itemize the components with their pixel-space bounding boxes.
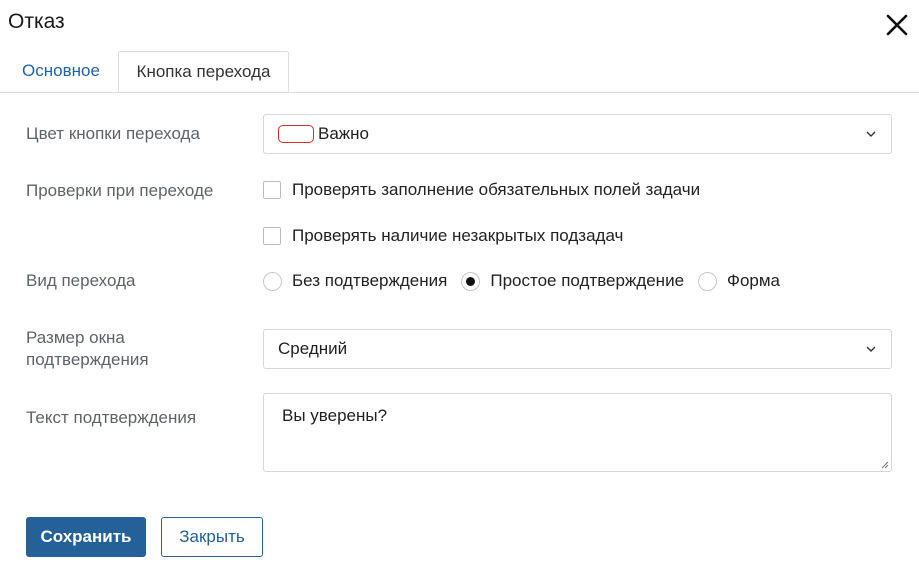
resize-grip-icon[interactable]: [880, 460, 889, 469]
radio-button[interactable]: [263, 271, 282, 291]
transition-type-label: Вид перехода: [26, 271, 136, 290]
color-swatch: [278, 124, 314, 143]
window-size-value: Средний: [278, 339, 348, 358]
dialog-title: Отказ: [8, 10, 65, 33]
radio-form[interactable]: Форма: [698, 271, 780, 291]
radio-button[interactable]: [698, 271, 718, 291]
radio-no-confirmation[interactable]: Без подтверждения: [263, 271, 447, 291]
confirm-text-label: Текст подтверждения: [26, 408, 197, 427]
radio-label: Без подтверждения: [292, 271, 448, 290]
checkbox[interactable]: [263, 227, 281, 245]
checkbox-label: Проверять заполнение обязательных полей …: [292, 180, 701, 199]
tab-main[interactable]: Основное: [22, 51, 100, 92]
check-required-fields[interactable]: Проверять заполнение обязательных полей …: [263, 179, 700, 201]
chevron-down-icon: [866, 131, 876, 137]
transition-checks-label: Проверки при переходе: [26, 181, 214, 200]
close-icon[interactable]: [884, 12, 910, 38]
confirm-text-value: Вы уверены?: [282, 406, 388, 425]
tab-bar: Основное Кнопка перехода: [0, 51, 919, 93]
tab-transition-button[interactable]: Кнопка перехода: [118, 51, 289, 92]
check-open-subtasks[interactable]: Проверять наличие незакрытых подзадач: [263, 225, 623, 247]
transition-type-radio-group: Без подтверждения Простое подтверждение …: [263, 270, 794, 292]
checkbox[interactable]: [263, 181, 281, 199]
radio-simple-confirmation[interactable]: Простое подтверждение: [461, 271, 684, 291]
button-color-value: Важно: [318, 124, 370, 143]
chevron-down-icon: [866, 346, 876, 352]
button-color-label: Цвет кнопки перехода: [26, 124, 200, 143]
window-size-label: Размер окна подтверждения: [26, 328, 149, 369]
close-button[interactable]: [884, 12, 910, 38]
checkbox-label: Проверять наличие незакрытых подзадач: [292, 226, 624, 245]
save-button[interactable]: Сохранить: [26, 517, 146, 557]
radio-button[interactable]: [461, 271, 481, 291]
radio-label: Простое подтверждение: [490, 271, 685, 290]
button-color-select[interactable]: Важно: [263, 114, 892, 154]
window-size-select[interactable]: Средний: [263, 329, 892, 369]
radio-label: Форма: [727, 271, 781, 290]
close-dialog-button[interactable]: Закрыть: [161, 517, 263, 557]
confirm-text-input[interactable]: Вы уверены?: [263, 393, 892, 472]
